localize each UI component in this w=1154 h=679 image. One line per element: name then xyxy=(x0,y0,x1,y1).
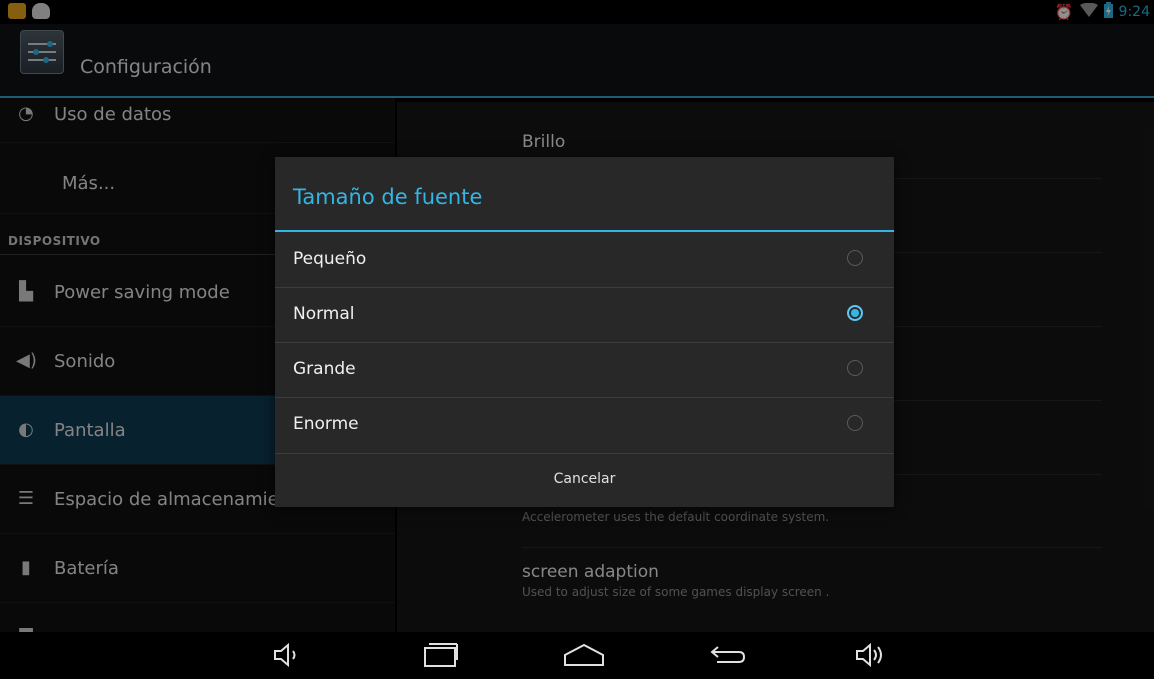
option-large[interactable]: Grande xyxy=(275,342,894,398)
dialog-title: Tamaño de fuente xyxy=(293,185,483,209)
recent-apps-icon[interactable] xyxy=(422,638,460,672)
option-huge[interactable]: Enorme xyxy=(275,397,894,454)
radio-large[interactable] xyxy=(847,360,863,376)
cancel-button[interactable]: Cancelar xyxy=(275,454,894,507)
home-icon[interactable] xyxy=(562,638,606,672)
option-small[interactable]: Pequeño xyxy=(275,232,894,288)
back-icon[interactable] xyxy=(707,638,747,672)
radio-small[interactable] xyxy=(847,250,863,266)
volume-down-icon[interactable] xyxy=(272,638,302,672)
option-normal[interactable]: Normal xyxy=(275,287,894,343)
volume-up-icon[interactable] xyxy=(854,638,888,672)
font-size-dialog: Tamaño de fuente Pequeño Normal Grande E… xyxy=(275,157,894,507)
radio-normal-selected[interactable] xyxy=(847,305,863,321)
radio-huge[interactable] xyxy=(847,415,863,431)
navigation-bar xyxy=(0,632,1154,679)
